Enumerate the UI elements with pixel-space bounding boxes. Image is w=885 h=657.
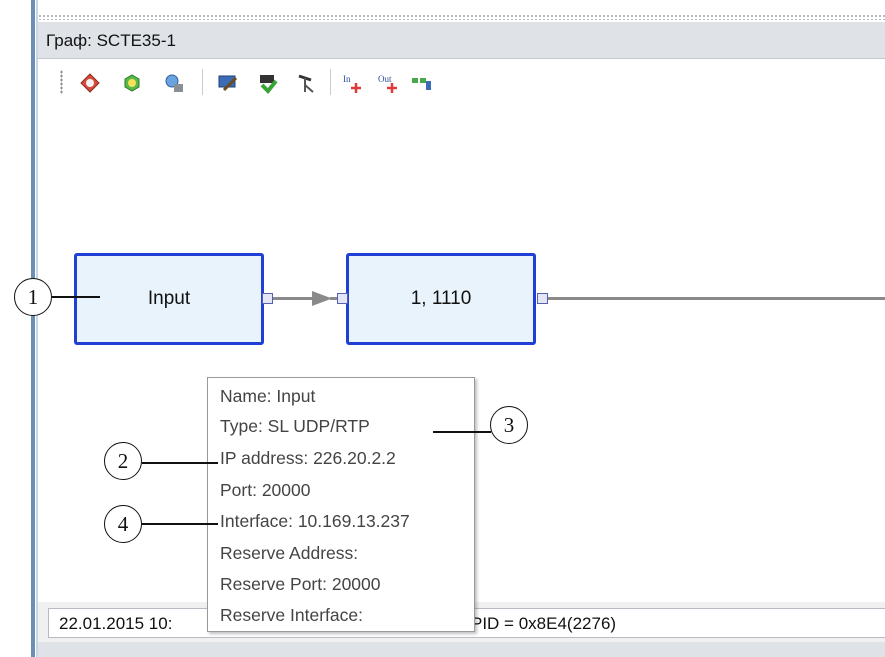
window-titlebar[interactable]: Граф: SCTE35-1 xyxy=(38,22,885,59)
callout-leader xyxy=(52,296,100,298)
toolbar: In Out xyxy=(38,59,885,105)
svg-text:In: In xyxy=(343,74,351,84)
tooltip-name: Name: Input xyxy=(220,386,316,406)
callout-leader xyxy=(142,523,218,525)
add-node-icon[interactable] xyxy=(78,71,102,95)
graph-node-1110[interactable]: 1, 1110 xyxy=(346,253,536,345)
node-output-port[interactable] xyxy=(537,293,548,304)
monitor-edit-icon[interactable] xyxy=(216,71,240,95)
tooltip-reserve-interface: Reserve Interface: xyxy=(220,605,363,625)
window-title: Граф: SCTE35-1 xyxy=(46,31,176,50)
graph-node-input[interactable]: Input xyxy=(74,253,264,345)
tooltip-type: Type: SL UDP/RTP xyxy=(220,416,370,436)
callout-leader xyxy=(142,462,218,464)
tooltip-reserve-address: Reserve Address: xyxy=(220,543,359,563)
connector-line xyxy=(548,297,885,300)
node-label: 1, 1110 xyxy=(410,288,472,309)
node-input-port[interactable] xyxy=(337,293,348,304)
svg-text:Out: Out xyxy=(378,74,392,84)
tooltip-reserve-port: Reserve Port: 20000 xyxy=(220,574,381,594)
green-arrow-icon[interactable] xyxy=(256,71,280,95)
add-output-icon[interactable]: Out xyxy=(378,71,402,95)
node-label: Input xyxy=(147,288,191,309)
add-input-icon[interactable]: In xyxy=(342,71,366,95)
probe-icon[interactable] xyxy=(294,71,318,95)
callout-1: 1 xyxy=(14,278,52,316)
node-output-port[interactable] xyxy=(262,293,273,304)
node-tooltip: Name: Input Type: SL UDP/RTP IP address:… xyxy=(207,377,475,632)
refresh-node-icon[interactable] xyxy=(120,71,144,95)
callout-2: 2 xyxy=(104,442,142,480)
toolbar-separator xyxy=(202,69,203,95)
toolbar-separator xyxy=(330,69,331,95)
add-block-icon[interactable] xyxy=(410,71,434,95)
node-settings-icon[interactable] xyxy=(162,71,186,95)
callout-leader xyxy=(433,431,491,433)
callout-3: 3 xyxy=(490,406,528,444)
tooltip-interface: Interface: 10.169.13.237 xyxy=(220,511,410,531)
tooltip-port: Port: 20000 xyxy=(220,480,311,500)
dock-grip[interactable] xyxy=(38,14,885,20)
window-frame-left xyxy=(31,0,35,657)
window-bottom-edge xyxy=(38,642,885,657)
callout-4: 4 xyxy=(104,505,142,543)
connector-line xyxy=(273,297,317,300)
status-timestamp: 22.01.2015 10: xyxy=(59,614,173,633)
tooltip-ip-address: IP address: 226.20.2.2 xyxy=(220,448,396,468)
status-pid: PID = 0x8E4(2276) xyxy=(471,614,617,633)
toolbar-grip[interactable] xyxy=(60,70,63,94)
